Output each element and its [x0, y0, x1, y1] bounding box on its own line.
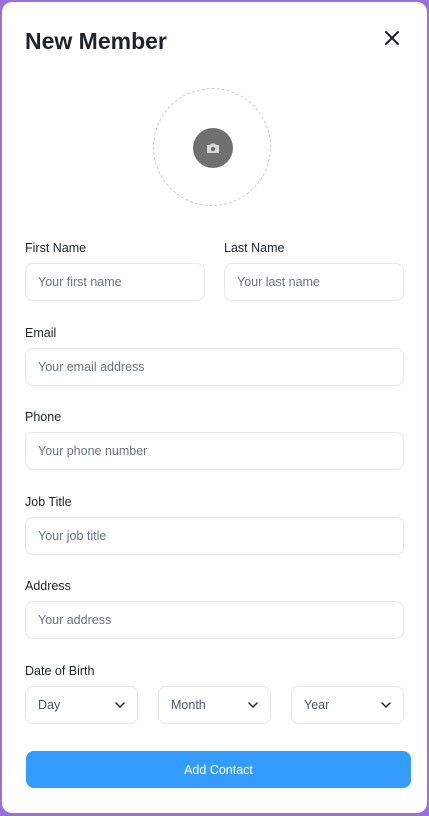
- job-title-label: Job Title: [25, 495, 72, 509]
- month-select-value: Month: [171, 698, 206, 712]
- close-button[interactable]: [380, 26, 404, 50]
- email-label: Email: [25, 326, 57, 340]
- first-name-input[interactable]: [25, 263, 205, 301]
- email-input[interactable]: [25, 348, 404, 386]
- address-input[interactable]: [25, 601, 404, 639]
- modal-title: New Member: [25, 28, 167, 54]
- add-contact-button[interactable]: Add Contact: [26, 751, 411, 788]
- chevron-down-icon: [381, 702, 391, 708]
- day-select[interactable]: Day: [25, 686, 138, 724]
- address-label: Address: [25, 579, 71, 593]
- year-select-value: Year: [304, 698, 330, 712]
- month-select[interactable]: Month: [158, 686, 271, 724]
- chevron-down-icon: [248, 702, 258, 708]
- first-name-label: First Name: [25, 241, 87, 255]
- phone-label: Phone: [25, 410, 62, 424]
- chevron-down-icon: [115, 702, 125, 708]
- phone-input[interactable]: [25, 432, 404, 470]
- close-icon: [385, 31, 399, 45]
- new-member-modal: New Member First Name Last Name Email Ph…: [2, 2, 427, 813]
- last-name-label: Last Name: [224, 241, 285, 255]
- job-title-input[interactable]: [25, 517, 404, 555]
- dob-label: Date of Birth: [25, 664, 95, 678]
- day-select-value: Day: [38, 698, 61, 712]
- year-select[interactable]: Year: [291, 686, 404, 724]
- camera-icon: [207, 143, 219, 153]
- last-name-input[interactable]: [224, 263, 404, 301]
- upload-photo-button[interactable]: [193, 128, 233, 168]
